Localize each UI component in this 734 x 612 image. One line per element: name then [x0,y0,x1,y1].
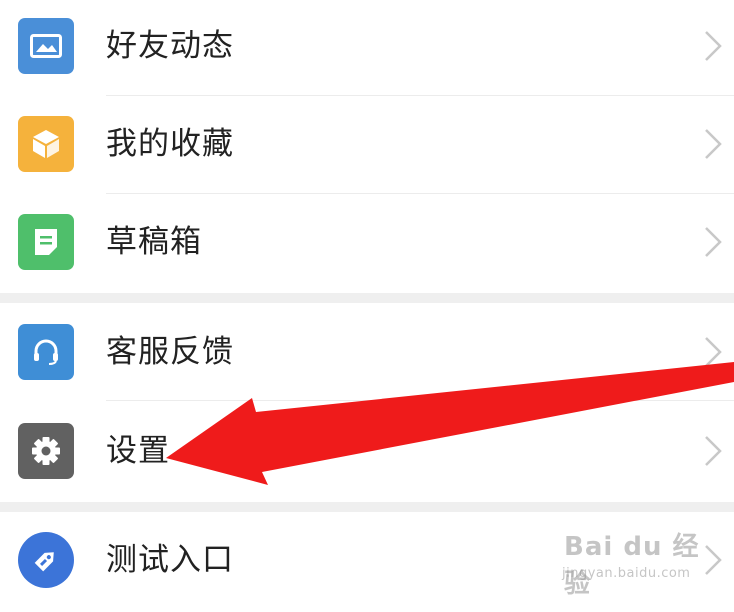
chevron-right-icon [705,227,722,257]
gear-icon [18,423,74,479]
section-gap [0,502,734,512]
divider [106,400,734,401]
menu-item-label: 测试入口 [106,542,234,578]
menu-item-friend-feed[interactable]: 好友动态 [0,0,734,98]
box-icon [18,116,74,172]
menu-item-customer-service[interactable]: 客服反馈 [0,304,734,404]
photo-icon [18,18,74,74]
headset-icon [18,324,74,380]
menu-item-drafts[interactable]: 草稿箱 [0,194,734,294]
menu-item-settings[interactable]: 设置 [0,403,734,503]
document-icon [18,214,74,270]
menu-item-favorites[interactable]: 我的收藏 [0,96,734,196]
menu-item-label: 好友动态 [106,28,234,64]
menu-item-label: 设置 [106,433,170,469]
menu-item-label: 我的收藏 [106,126,234,162]
chevron-right-icon [705,436,722,466]
chevron-right-icon [705,129,722,159]
chevron-right-icon [705,337,722,367]
menu-item-test-entry[interactable]: 测试入口 [0,512,734,612]
chevron-right-icon [705,31,722,61]
menu-item-label: 草稿箱 [106,224,202,260]
menu-item-label: 客服反馈 [106,334,234,370]
section-gap [0,293,734,303]
chevron-right-icon [705,545,722,575]
tag-icon [18,532,74,588]
